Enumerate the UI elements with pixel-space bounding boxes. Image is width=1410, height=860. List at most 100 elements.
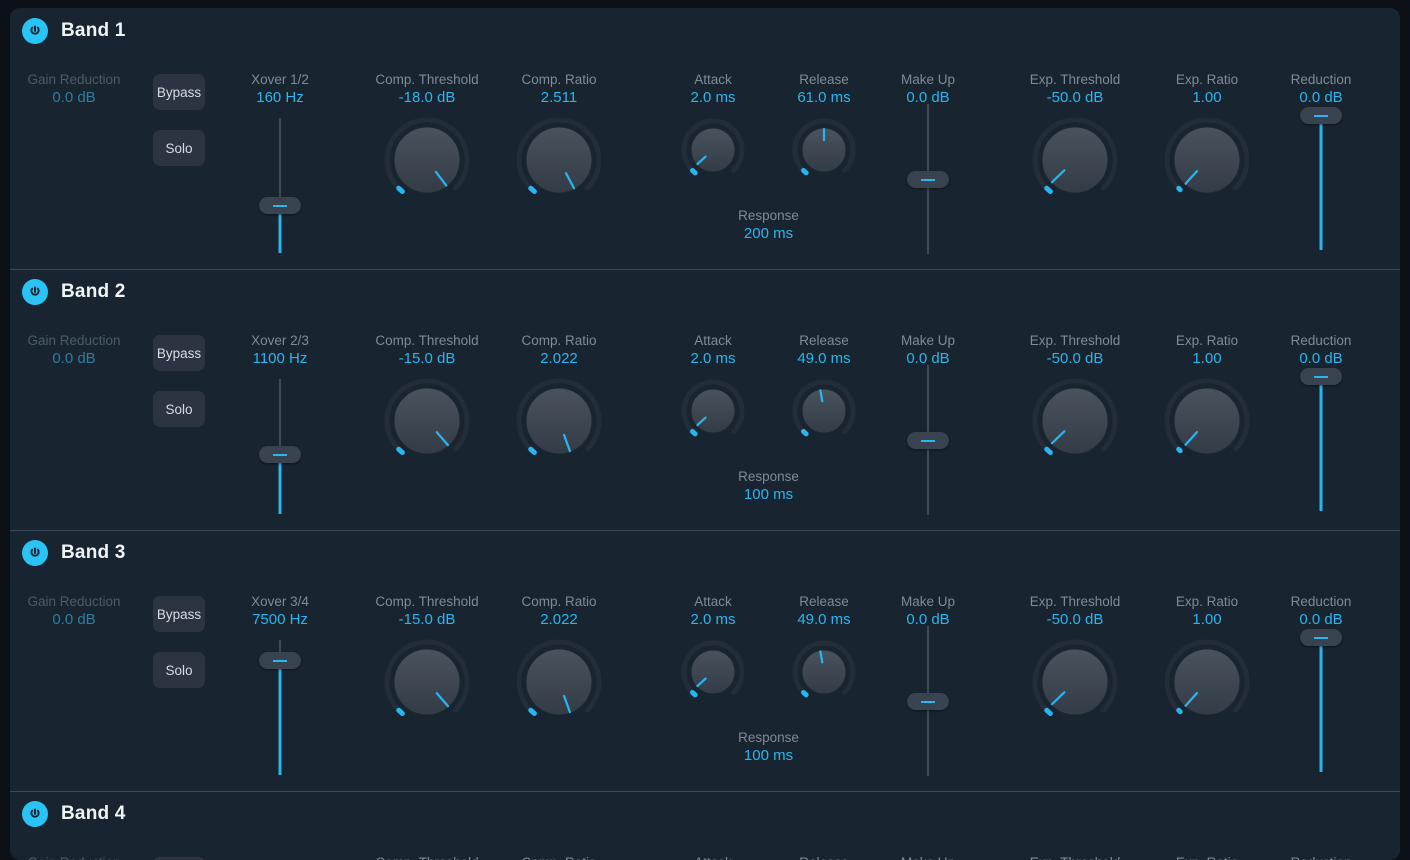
response-readout-label: Response	[738, 730, 799, 745]
comp-threshold-knob-wrap	[384, 117, 470, 203]
reduction-readout-label: Reduction	[1290, 333, 1352, 348]
xover-slider[interactable]	[259, 118, 301, 253]
attack-knob[interactable]	[681, 379, 745, 443]
xover-readout: Xover 2/3 1100 Hz	[210, 333, 350, 368]
power-icon[interactable]	[22, 279, 48, 305]
reduction-slider[interactable]	[1300, 368, 1342, 511]
make-up-slider[interactable]	[907, 626, 949, 776]
slider-fill	[1319, 637, 1323, 772]
response-readout-label: Response	[738, 208, 799, 223]
xover-slider[interactable]	[259, 379, 301, 514]
bypass-button[interactable]: Bypass	[153, 596, 205, 632]
slider-handle[interactable]	[1300, 368, 1342, 385]
make-up-slider-wrap	[907, 365, 949, 515]
bypass-button[interactable]: Bypass	[153, 335, 205, 371]
make-up-slider[interactable]	[907, 365, 949, 515]
band-title: Band 3	[61, 542, 126, 563]
attack-readout: Attack2.0 ms	[653, 333, 773, 368]
solo-button[interactable]: Solo	[153, 130, 205, 166]
slider-handle[interactable]	[1300, 107, 1342, 124]
reduction-readout-value: 0.0 dB	[1299, 89, 1343, 106]
exp-threshold-knob[interactable]	[1032, 378, 1118, 464]
make-up-slider-wrap	[907, 626, 949, 776]
release-knob[interactable]	[792, 118, 856, 182]
attack-knob[interactable]	[681, 640, 745, 704]
comp-ratio-knob[interactable]	[516, 378, 602, 464]
xover-slider-wrap	[259, 640, 301, 775]
xover-readout-value: 160 Hz	[256, 89, 304, 106]
response-readout: Response 100 ms	[684, 469, 854, 504]
gain-reduction-readout: Gain Reduction 0.0 dB	[10, 72, 149, 107]
comp-ratio-readout-label: Comp. Ratio	[521, 333, 597, 348]
comp-threshold-knob[interactable]	[384, 378, 470, 464]
gain-reduction-readout: Gain Reduction 0.0 dB	[10, 333, 149, 368]
exp-ratio-knob[interactable]	[1164, 378, 1250, 464]
xover-slider[interactable]	[259, 640, 301, 775]
slider-handle[interactable]	[907, 693, 949, 710]
response-readout-label: Response	[738, 469, 799, 484]
exp-threshold-readout: Exp. Threshold-50.0 dB	[995, 333, 1155, 368]
power-icon[interactable]	[22, 18, 48, 44]
gain-reduction-readout-label: Gain Reduction	[27, 594, 121, 609]
slider-handle[interactable]	[1300, 629, 1342, 646]
release-knob[interactable]	[792, 640, 856, 704]
slider-handle-groove	[921, 178, 935, 181]
response-readout: Response 200 ms	[684, 208, 854, 243]
exp-threshold-readout-value: -50.0 dB	[1046, 611, 1104, 628]
slider-handle[interactable]	[259, 652, 301, 669]
make-up-readout-label: Make Up	[900, 72, 956, 87]
bypass-button[interactable]: Bypass	[153, 74, 205, 110]
release-knob[interactable]	[792, 379, 856, 443]
make-up-readout-label: Make Up	[900, 594, 956, 609]
slider-fill	[1319, 376, 1323, 511]
comp-ratio-knob-wrap	[516, 117, 602, 203]
slider-handle[interactable]	[259, 197, 301, 214]
reduction-slider[interactable]	[1300, 107, 1342, 250]
reduction-readout-label: Reduction	[1290, 594, 1352, 609]
power-icon[interactable]	[22, 801, 48, 827]
comp-ratio-readout-label: Comp. Ratio	[521, 72, 597, 87]
response-readout-value: 200 ms	[743, 225, 794, 242]
comp-ratio-knob[interactable]	[516, 117, 602, 203]
comp-ratio-knob-wrap	[516, 639, 602, 725]
reduction-slider-wrap	[1300, 368, 1342, 511]
exp-threshold-readout: Exp. Threshold-50.0 dB	[995, 855, 1155, 860]
comp-threshold-knob[interactable]	[384, 639, 470, 725]
reduction-readout: Reduction 0.0 dB	[1251, 333, 1391, 368]
solo-button[interactable]: Solo	[153, 391, 205, 427]
exp-threshold-knob[interactable]	[1032, 117, 1118, 203]
attack-readout-label: Attack	[694, 333, 732, 348]
exp-ratio-knob-wrap	[1164, 639, 1250, 725]
gain-reduction-readout-label: Gain Reduction	[27, 333, 121, 348]
gain-reduction-readout-label: Gain Reduction	[27, 72, 121, 87]
comp-threshold-knob[interactable]	[384, 117, 470, 203]
make-up-slider[interactable]	[907, 104, 949, 254]
attack-knob[interactable]	[681, 118, 745, 182]
slider-handle[interactable]	[259, 446, 301, 463]
slider-handle[interactable]	[907, 171, 949, 188]
response-readout-value: 100 ms	[743, 747, 794, 764]
exp-ratio-knob-wrap	[1164, 117, 1250, 203]
comp-threshold-knob-wrap	[384, 639, 470, 725]
comp-ratio-readout-label: Comp. Ratio	[521, 594, 597, 609]
power-icon[interactable]	[22, 540, 48, 566]
comp-ratio-knob[interactable]	[516, 639, 602, 725]
attack-readout: Attack2.0 ms	[653, 855, 773, 860]
exp-ratio-knob[interactable]	[1164, 639, 1250, 725]
release-knob-wrap	[792, 118, 856, 182]
slider-handle[interactable]	[907, 432, 949, 449]
slider-handle-groove	[1314, 636, 1328, 639]
xover-readout-label: Xover 2/3	[251, 333, 309, 348]
release-knob-wrap	[792, 640, 856, 704]
reduction-slider[interactable]	[1300, 629, 1342, 772]
multiband-dynamics-panel: Band 1 Gain Reduction 0.0 dB Bypass Solo Xove…	[10, 8, 1400, 860]
exp-ratio-knob[interactable]	[1164, 117, 1250, 203]
exp-threshold-knob[interactable]	[1032, 639, 1118, 725]
solo-button[interactable]: Solo	[153, 652, 205, 688]
band-title: Band 1	[61, 20, 126, 41]
exp-threshold-readout-label: Exp. Threshold	[995, 855, 1155, 860]
release-knob-wrap	[792, 379, 856, 443]
make-up-readout: Make Up0.0 dB	[863, 333, 993, 368]
reduction-slider-wrap	[1300, 629, 1342, 772]
xover-readout-value: 7500 Hz	[252, 611, 308, 628]
